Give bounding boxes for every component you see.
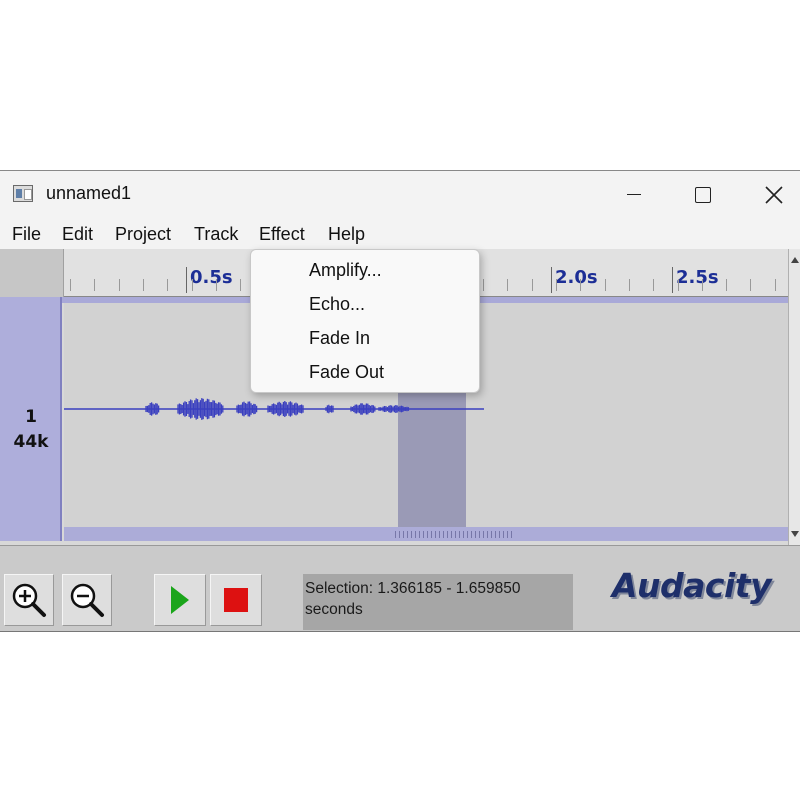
ruler-minor-tick xyxy=(653,279,654,291)
menu-item-fade-out[interactable]: Fade Out xyxy=(309,362,384,383)
ruler-minor-tick xyxy=(775,279,776,291)
ruler-minor-tick xyxy=(678,279,679,291)
zoom-out-icon xyxy=(70,583,104,617)
audacity-logo: Audacity xyxy=(612,566,772,605)
scroll-up-arrow-icon[interactable] xyxy=(791,257,799,263)
selection-status: Selection: 1.366185 - 1.659850 seconds xyxy=(303,574,573,630)
ruler-minor-tick xyxy=(556,279,557,291)
ruler-minor-tick xyxy=(483,279,484,291)
menu-item-amplify[interactable]: Amplify... xyxy=(309,260,382,281)
minimize-icon xyxy=(627,193,641,196)
ruler-major-tick xyxy=(551,267,552,293)
audacity-window: unnamed1 File Edit Project Track Effect … xyxy=(0,170,800,632)
close-button[interactable] xyxy=(743,171,800,218)
zoom-out-button[interactable] xyxy=(62,574,112,626)
ruler-major-tick xyxy=(672,267,673,293)
scroll-down-arrow-icon[interactable] xyxy=(791,531,799,537)
ruler-minor-tick xyxy=(750,279,751,291)
ruler-minor-tick xyxy=(119,279,120,291)
effect-dropdown-menu: Amplify... Echo... Fade In Fade Out xyxy=(250,249,480,393)
track-number: 1 xyxy=(25,407,37,427)
ruler-minor-tick xyxy=(70,279,71,291)
selection-text-line2: seconds xyxy=(305,601,363,618)
ruler-minor-tick xyxy=(216,279,217,291)
track-sample-rate: 44k xyxy=(13,432,49,452)
ruler-label-0-5s: 0.5s xyxy=(190,267,233,288)
minimize-button[interactable] xyxy=(603,171,665,218)
maximize-button[interactable] xyxy=(672,171,734,218)
title-bar: unnamed1 xyxy=(0,171,800,218)
zoom-in-icon xyxy=(12,583,46,617)
menu-track[interactable]: Track xyxy=(194,224,238,245)
ruler-minor-tick xyxy=(240,279,241,291)
play-button[interactable] xyxy=(154,574,206,626)
ruler-minor-tick xyxy=(532,279,533,291)
stop-icon xyxy=(224,588,248,612)
menu-bar: File Edit Project Track Effect Help xyxy=(0,218,800,249)
ruler-corner xyxy=(0,249,64,297)
ruler-minor-tick xyxy=(629,279,630,291)
app-icon xyxy=(13,185,33,202)
menu-help[interactable]: Help xyxy=(328,224,365,245)
play-icon xyxy=(171,586,189,614)
menu-edit[interactable]: Edit xyxy=(62,224,93,245)
ruler-minor-tick xyxy=(192,279,193,291)
resize-grip[interactable] xyxy=(395,531,515,538)
ruler-minor-tick xyxy=(143,279,144,291)
ruler-minor-tick xyxy=(580,279,581,291)
vertical-scrollbar[interactable] xyxy=(788,249,800,545)
menu-item-fade-in[interactable]: Fade In xyxy=(309,328,370,349)
bottom-toolbar: Selection: 1.366185 - 1.659850 seconds A… xyxy=(0,545,800,631)
ruler-label-2-5s: 2.5s xyxy=(676,267,719,288)
maximize-icon xyxy=(695,186,711,203)
ruler-minor-tick xyxy=(702,279,703,291)
selection-text-line1: Selection: 1.366185 - 1.659850 xyxy=(305,580,521,597)
ruler-major-tick xyxy=(186,267,187,293)
stop-button[interactable] xyxy=(210,574,262,626)
ruler-minor-tick xyxy=(94,279,95,291)
menu-project[interactable]: Project xyxy=(115,224,171,245)
ruler-minor-tick xyxy=(726,279,727,291)
ruler-label-2-0s: 2.0s xyxy=(555,267,598,288)
window-title: unnamed1 xyxy=(46,183,132,203)
menu-effect[interactable]: Effect xyxy=(259,224,305,245)
menu-item-echo[interactable]: Echo... xyxy=(309,294,365,315)
close-icon xyxy=(765,185,783,204)
zoom-in-button[interactable] xyxy=(4,574,54,626)
ruler-minor-tick xyxy=(605,279,606,291)
ruler-minor-tick xyxy=(167,279,168,291)
track-control-panel[interactable]: 1 44k xyxy=(0,297,62,541)
ruler-minor-tick xyxy=(507,279,508,291)
menu-file[interactable]: File xyxy=(12,224,41,245)
